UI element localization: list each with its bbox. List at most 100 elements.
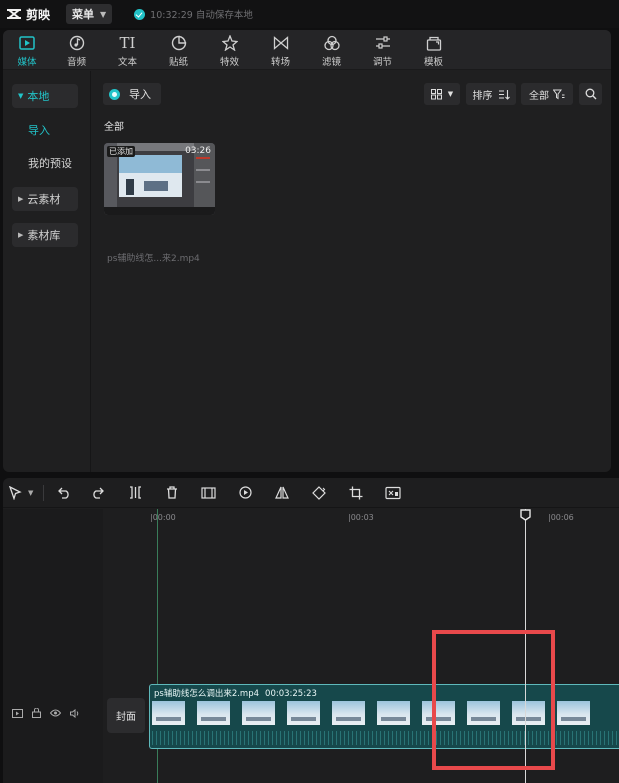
smart-cut-button[interactable] [374,478,411,508]
undo-icon [57,487,69,499]
mirror-icon [275,486,290,499]
sidebar-item-local-label: 本地 [27,90,50,103]
tab-media[interactable]: 媒体 [3,30,51,70]
ruler-tick: |00:06 [548,513,574,522]
tab-adjust[interactable]: 调节 [357,30,408,70]
select-tool-button[interactable]: ▼ [9,478,33,508]
view-mode-button[interactable]: ▼ [424,83,460,105]
caret-down-icon: ▼ [18,92,24,100]
volume-icon[interactable] [70,708,80,721]
clip-frame [287,701,320,725]
redo-button[interactable] [78,478,116,508]
cover-track-icon[interactable] [12,708,23,721]
clip-filename: ps辅助线怎么调出来2.mp4 [154,689,260,699]
tab-filter[interactable]: 滤镜 [306,30,357,70]
effects-icon [221,34,238,52]
text-icon: TI [119,34,136,52]
clip-duration: 00:03:25:23 [265,689,317,699]
sort-label: 排序 [472,90,493,102]
import-icon [109,88,120,100]
section-label: 全部 [104,122,124,133]
menu-button[interactable]: 菜单 ▼ [66,4,113,24]
caret-right-icon: ▶ [18,231,24,239]
audio-icon [69,34,85,52]
capcut-logo-icon [7,9,21,19]
app-window: 剪映 菜单 ▼ 10:32:29 自动保存本地 媒体 音频 TI 文本 贴纸 特… [0,0,619,783]
cover-button[interactable]: 封面 [107,698,145,733]
funnel-icon [553,89,565,99]
filter-label: 全部 [529,90,549,102]
tab-template-label: 模板 [423,57,443,68]
title-bar: 剪映 菜单 ▼ 10:32:29 自动保存本地 [0,0,619,28]
tab-effects[interactable]: 特效 [204,30,255,70]
tab-audio[interactable]: 音频 [51,30,102,70]
clip-frame [377,701,410,725]
media-duration: 03:26 [185,146,211,156]
sidebar-item-library-label: 素材库 [27,229,61,242]
tab-audio-label: 音频 [66,57,86,68]
import-button[interactable]: 导入 [103,83,161,105]
search-button[interactable] [579,83,602,105]
media-item[interactable]: 已添加 03:26 [104,143,215,215]
split-button[interactable] [116,478,154,508]
sidebar-item-import[interactable]: 导入 [12,118,78,142]
transition-icon [273,34,289,52]
sort-button[interactable]: 排序 [466,83,516,105]
import-button-label: 导入 [129,88,151,101]
menu-label: 菜单 [72,8,95,21]
tab-text[interactable]: TI 文本 [102,30,153,70]
tab-template[interactable]: 模板 [408,30,459,70]
mirror-button[interactable] [264,478,300,508]
adjust-icon [375,34,391,52]
app-logo: 剪映 [6,6,50,23]
chevron-down-icon: ▼ [100,9,107,19]
freeze-frame-button[interactable] [190,478,227,508]
tab-adjust-label: 调节 [372,57,392,68]
delete-button[interactable] [154,478,190,508]
chevron-down-icon: ▼ [28,488,34,497]
filter-button[interactable]: 全部 [521,83,573,105]
timeline-toolbar: ▼ [3,478,619,508]
smart-frame-icon [385,486,401,499]
grid-view-icon [430,88,442,99]
lock-icon[interactable] [32,707,41,721]
sticker-icon [171,34,187,52]
rotate-button[interactable] [300,478,337,508]
clip-frame [197,701,230,725]
template-icon [426,34,442,52]
reverse-button[interactable] [227,478,264,508]
tab-sticker[interactable]: 贴纸 [153,30,204,70]
tab-transition[interactable]: 转场 [255,30,306,70]
crop-button[interactable] [337,478,374,508]
clip-frame [152,701,185,725]
rotate-icon [312,485,326,500]
filter-icon [323,34,340,52]
sidebar-item-library[interactable]: ▶ 素材库 [12,223,78,247]
media-content: 导入 ▼ 排序 全部 全部 已添加 03:26 ps辅助线怎...来2.mp4 [93,71,611,472]
ruler-tick: |00:00 [150,513,176,522]
undo-button[interactable] [50,478,78,508]
sidebar-item-cloud-label: 云素材 [27,193,61,206]
clip-title: ps辅助线怎么调出来2.mp4 00:03:25:23 [154,687,317,699]
sidebar-item-local[interactable]: ▼ 本地 [12,84,78,108]
clip-frame [557,701,590,725]
sidebar-item-cloud[interactable]: ▶ 云素材 [12,187,78,211]
caret-right-icon: ▶ [18,195,24,203]
clip-frame [332,701,365,725]
sort-icon [498,89,510,100]
trash-icon [167,486,178,499]
search-icon [585,88,596,100]
track-controls [12,707,80,721]
cursor-icon [9,485,22,500]
media-icon [19,34,35,52]
added-badge: 已添加 [107,146,135,157]
eye-icon[interactable] [49,709,62,720]
sidebar-item-my-presets[interactable]: 我的预设 [12,151,88,175]
category-toolbar: 媒体 音频 TI 文本 贴纸 特效 转场 滤镜 调节 模板 [3,30,611,70]
playhead-handle[interactable] [520,509,531,521]
app-name: 剪映 [26,7,51,22]
split-icon [129,486,141,499]
media-sidebar: ▼ 本地 导入 我的预设 ▶ 云素材 ▶ 素材库 [3,71,91,472]
tab-effects-label: 特效 [219,57,239,68]
autosave-status: 10:32:29 自动保存本地 [134,7,253,21]
